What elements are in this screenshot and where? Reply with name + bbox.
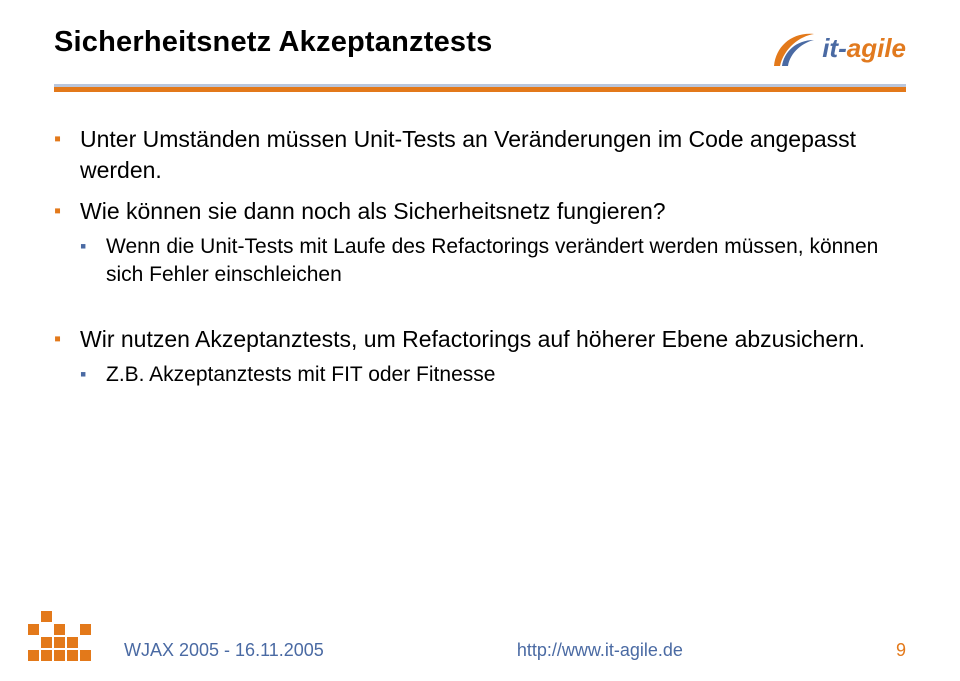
brand-logo: it-agile [770,26,906,70]
footer-page-number: 9 [876,640,906,661]
list-item: Unter Umständen müssen Unit-Tests an Ver… [54,124,906,186]
pixel-logo-icon [28,598,118,661]
slide-title: Sicherheitsnetz Akzeptanztests [54,26,492,59]
brand-part-agile: agile [847,33,906,63]
bullet-list-2: Wir nutzen Akzeptanztests, um Refactorin… [54,324,906,389]
bullet-text: Z.B. Akzeptanztests mit FIT oder Fitness… [106,363,495,386]
bullet-text: Wie können sie dann noch als Sicherheits… [80,198,666,224]
list-item: Z.B. Akzeptanztests mit FIT oder Fitness… [80,361,906,389]
slide-header: Sicherheitsnetz Akzeptanztests it-agile [54,26,906,70]
bullet-list-1: Unter Umständen müssen Unit-Tests an Ver… [54,124,906,290]
brand-text: it-agile [822,33,906,64]
brand-part-it: it [822,33,838,63]
header-rule [54,84,906,92]
bullet-text: Unter Umständen müssen Unit-Tests an Ver… [80,126,856,183]
sub-list: Wenn die Unit-Tests mit Laufe des Refact… [80,233,906,290]
list-item: Wenn die Unit-Tests mit Laufe des Refact… [80,233,906,290]
sub-list: Z.B. Akzeptanztests mit FIT oder Fitness… [80,361,906,389]
slide: Sicherheitsnetz Akzeptanztests it-agile … [0,0,960,681]
list-item: Wir nutzen Akzeptanztests, um Refactorin… [54,324,906,389]
swoosh-icon [770,26,816,70]
slide-content: Unter Umständen müssen Unit-Tests an Ver… [54,92,906,389]
brand-dash: - [838,33,847,63]
slide-footer: WJAX 2005 - 16.11.2005 http://www.it-agi… [0,598,960,661]
footer-center: http://www.it-agile.de [324,640,876,661]
list-item: Wie können sie dann noch als Sicherheits… [54,196,906,290]
bullet-text: Wir nutzen Akzeptanztests, um Refactorin… [80,326,865,352]
bullet-text: Wenn die Unit-Tests mit Laufe des Refact… [106,235,878,286]
footer-left: WJAX 2005 - 16.11.2005 [124,640,324,661]
